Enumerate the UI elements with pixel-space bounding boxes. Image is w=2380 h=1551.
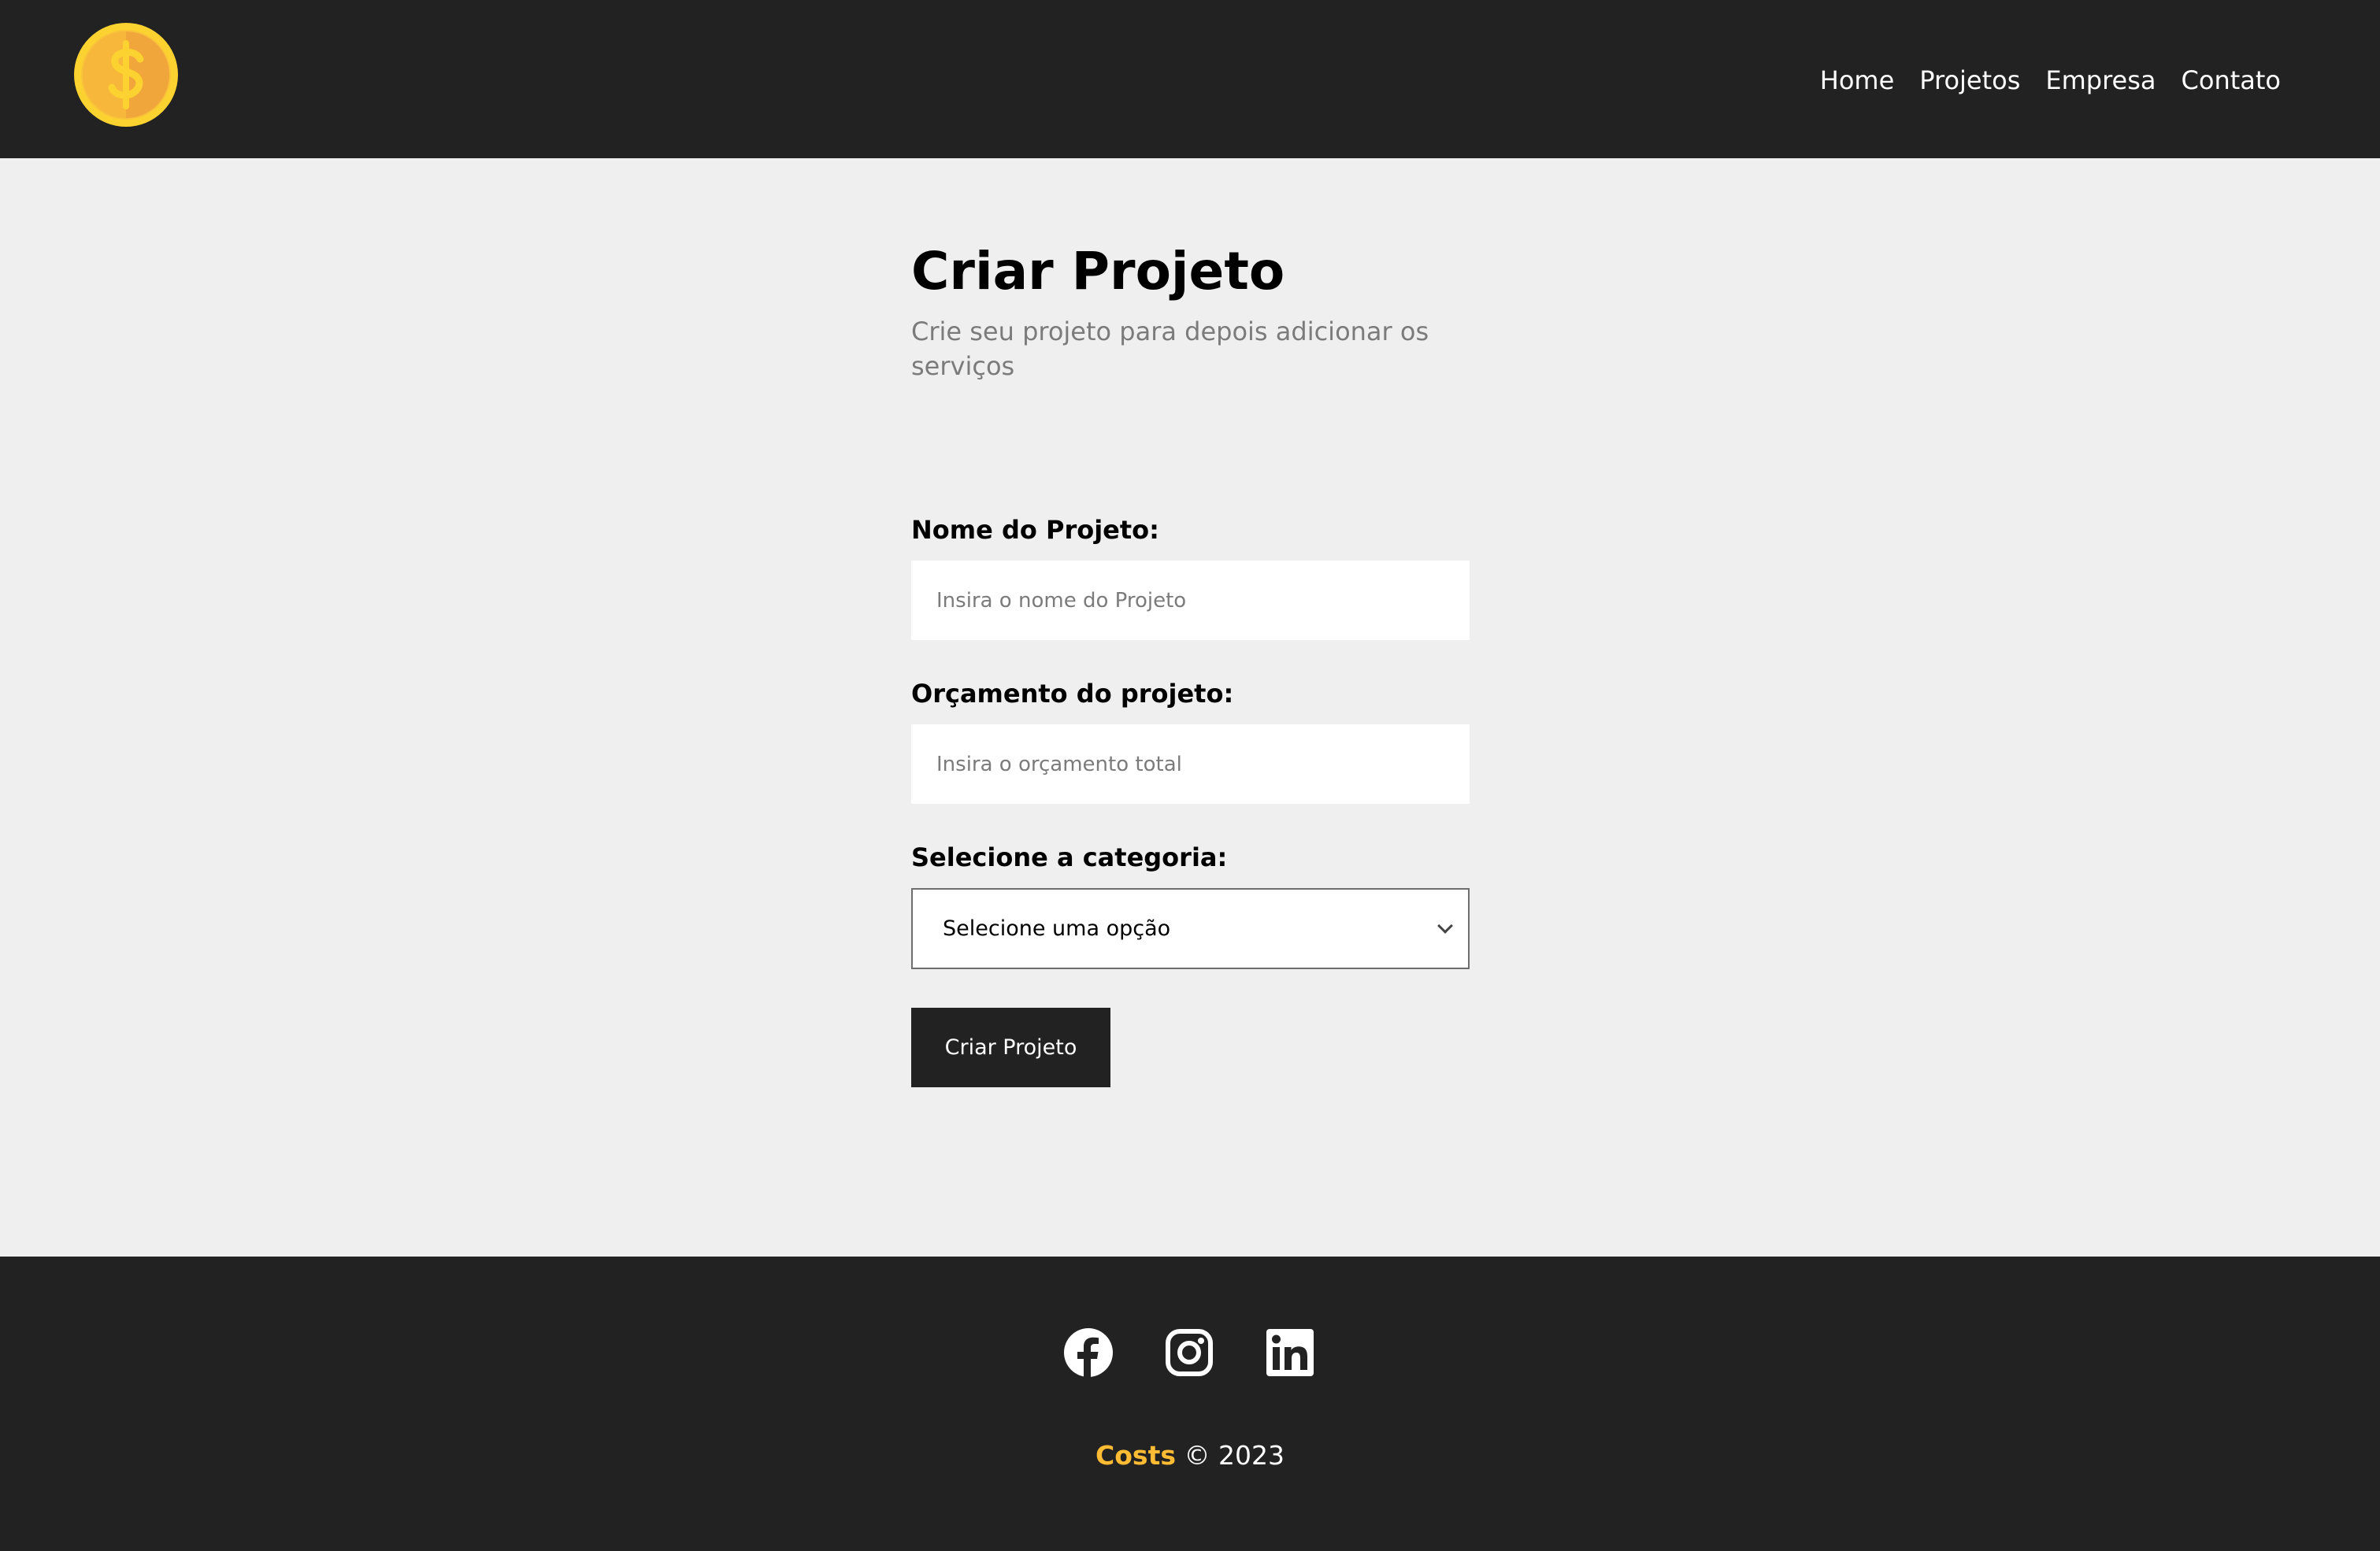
- project-name-label: Nome do Projeto:: [911, 515, 1159, 545]
- footer: Costs © 2023: [0, 1257, 2380, 1551]
- social-links: [1063, 1327, 1315, 1378]
- page-title: Criar Projeto: [911, 241, 1285, 302]
- category-select[interactable]: Selecione uma opção: [911, 888, 1470, 969]
- copyright-text: © 2023: [1184, 1440, 1285, 1471]
- page-subtitle: Crie seu projeto para depois adicionar o…: [911, 316, 1429, 381]
- navbar: Home Projetos Empresa Contato: [0, 0, 2380, 158]
- nav-menu: Home Projetos Empresa Contato: [1820, 63, 2281, 98]
- nav-link-contato[interactable]: Contato: [2182, 63, 2281, 98]
- category-label: Selecione a categoria:: [911, 842, 1228, 872]
- main-content: Criar Projeto Crie seu projeto para depo…: [0, 158, 2380, 1257]
- nav-link-empresa[interactable]: Empresa: [2045, 63, 2156, 98]
- project-budget-label: Orçamento do projeto:: [911, 679, 1234, 709]
- copyright: Costs © 2023: [0, 1438, 2380, 1473]
- chevron-down-icon: [1437, 917, 1453, 934]
- project-name-input[interactable]: [911, 561, 1470, 640]
- nav-link-home[interactable]: Home: [1820, 63, 1895, 98]
- brand-name: Costs: [1095, 1440, 1176, 1471]
- new-project-form: Criar Projeto Crie seu projeto para depo…: [911, 237, 1470, 1087]
- category-selected-value: Selecione uma opção: [943, 916, 1171, 941]
- project-budget-input[interactable]: [911, 724, 1470, 804]
- create-project-button[interactable]: Criar Projeto: [911, 1008, 1110, 1087]
- dollar-coin-icon[interactable]: [74, 23, 178, 127]
- linkedin-icon[interactable]: [1265, 1327, 1315, 1378]
- facebook-icon[interactable]: [1063, 1327, 1114, 1378]
- nav-link-projetos[interactable]: Projetos: [1919, 63, 2020, 98]
- instagram-icon[interactable]: [1164, 1327, 1214, 1378]
